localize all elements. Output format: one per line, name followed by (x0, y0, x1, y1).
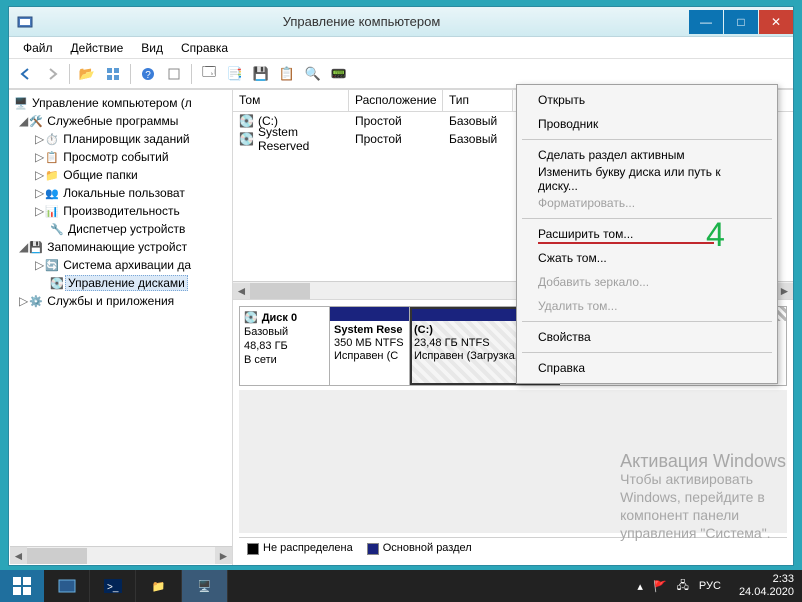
menu-action[interactable]: Действие (63, 39, 132, 57)
event-icon: 📋 (44, 151, 60, 164)
services-icon: ⚙️ (28, 295, 44, 308)
activation-watermark: Активация Windows Чтобы активировать Win… (620, 452, 786, 542)
view-icon[interactable] (102, 63, 124, 85)
minimize-button[interactable]: — (689, 10, 723, 34)
perf-icon: 📊 (44, 205, 60, 218)
menu-file[interactable]: Файл (15, 39, 61, 57)
action2-icon[interactable]: 💾 (250, 63, 272, 85)
storage-icon: 💾 (28, 241, 44, 254)
scroll-left-icon[interactable]: ◄ (233, 283, 250, 299)
backup-icon: 🔄 (44, 259, 60, 272)
props-icon[interactable] (163, 63, 185, 85)
ctx-delete-volume: Удалить том... (520, 294, 774, 318)
scroll-left-icon[interactable]: ◄ (10, 547, 27, 564)
ctx-add-mirror: Добавить зеркало... (520, 270, 774, 294)
ctx-shrink-volume[interactable]: Сжать том... (520, 246, 774, 270)
forward-button[interactable] (41, 63, 63, 85)
taskbar-servermgr[interactable] (44, 570, 90, 602)
maximize-button[interactable]: □ (724, 10, 758, 34)
col-volume[interactable]: Том (233, 90, 349, 111)
tree-root[interactable]: Управление компьютером (л (29, 96, 192, 110)
partition-system-reserved[interactable]: System Rese 350 МБ NTFS Исправен (С (330, 307, 410, 385)
taskbar-powershell[interactable]: >_ (90, 570, 136, 602)
tree-perf[interactable]: Производительность (60, 204, 179, 218)
tree-devmgr[interactable]: Диспетчер устройств (65, 222, 185, 236)
tree-services[interactable]: Служебные программы (44, 114, 178, 128)
tree-scheduler[interactable]: Планировщик заданий (60, 132, 189, 146)
action3-icon[interactable]: 📋 (276, 63, 298, 85)
back-button[interactable] (15, 63, 37, 85)
tree-storage[interactable]: Запоминающие устройст (44, 240, 187, 254)
menu-help[interactable]: Справка (173, 39, 236, 57)
titlebar[interactable]: Управление компьютером — □ ✕ (9, 7, 793, 37)
scroll-thumb[interactable] (250, 283, 310, 299)
col-layout[interactable]: Расположение (349, 90, 443, 111)
disk-info[interactable]: 💽Диск 0 Базовый 48,83 ГБ В сети (240, 307, 330, 385)
svg-text:>_: >_ (107, 582, 119, 593)
refresh-icon[interactable]: 🗔 (198, 63, 220, 85)
annotation-number: 4 (706, 216, 725, 255)
menu-view[interactable]: Вид (133, 39, 171, 57)
ctx-extend-volume[interactable]: Расширить том... (520, 222, 774, 246)
tree-shared[interactable]: Общие папки (60, 168, 137, 182)
navigation-tree[interactable]: 🖥️Управление компьютером (л ◢🛠️Служебные… (9, 90, 233, 565)
window-title: Управление компьютером (35, 14, 688, 29)
ctx-explorer[interactable]: Проводник (520, 112, 774, 136)
devmgr-icon: 🔧 (49, 223, 65, 236)
clock-icon: ⏱️ (44, 133, 60, 146)
close-button[interactable]: ✕ (759, 10, 793, 34)
col-type[interactable]: Тип (443, 90, 513, 111)
up-icon[interactable]: 📂 (76, 63, 98, 85)
drive-icon: 💽 (239, 132, 254, 146)
tray-flag-icon[interactable]: 🚩 (653, 580, 667, 593)
folder-icon: 📁 (44, 169, 60, 182)
ctx-properties[interactable]: Свойства (520, 325, 774, 349)
drive-icon: 💽 (239, 114, 254, 128)
diskmgmt-icon: 💽 (49, 277, 65, 290)
tree-hscroll[interactable]: ◄ ► (10, 546, 232, 564)
users-icon: 👥 (44, 187, 60, 200)
tray-up-icon[interactable]: ▴ (637, 580, 643, 593)
action5-icon[interactable]: 📟 (328, 63, 350, 85)
taskbar: >_ 📁 🖥️ ▴ 🚩 🖧 РУС 2:33 24.04.2020 (0, 570, 802, 602)
computer-icon: 🖥️ (13, 97, 29, 110)
context-menu: Открыть Проводник Сделать раздел активны… (516, 84, 778, 384)
scroll-right-icon[interactable]: ► (215, 547, 232, 564)
help-icon[interactable]: ? (137, 63, 159, 85)
taskbar-clock[interactable]: 2:33 24.04.2020 (731, 573, 802, 599)
taskbar-compmgmt[interactable]: 🖥️ (182, 570, 228, 602)
action1-icon[interactable]: 📑 (224, 63, 246, 85)
scroll-thumb[interactable] (27, 548, 87, 564)
ctx-format: Форматировать... (520, 191, 774, 215)
ctx-mark-active[interactable]: Сделать раздел активным (520, 143, 774, 167)
tray-lang[interactable]: РУС (699, 580, 721, 592)
tray-network-icon[interactable]: 🖧 (677, 577, 689, 596)
ctx-change-letter[interactable]: Изменить букву диска или путь к диску... (520, 167, 774, 191)
system-tray[interactable]: ▴ 🚩 🖧 РУС (627, 577, 731, 596)
menubar: Файл Действие Вид Справка (9, 37, 793, 59)
ctx-help[interactable]: Справка (520, 356, 774, 380)
tree-users[interactable]: Локальные пользоват (60, 186, 185, 200)
disk-icon: 💽 (244, 311, 258, 325)
tree-diskmgmt[interactable]: Управление дисками (65, 275, 188, 291)
svg-text:?: ? (145, 70, 151, 81)
tools-icon: 🛠️ (28, 115, 44, 128)
tree-eventviewer[interactable]: Просмотр событий (60, 150, 168, 164)
action4-icon[interactable]: 🔍 (302, 63, 324, 85)
start-button[interactable] (0, 570, 44, 602)
tree-svcapps[interactable]: Службы и приложения (44, 294, 174, 308)
taskbar-explorer[interactable]: 📁 (136, 570, 182, 602)
tree-backup[interactable]: Система архивации да (60, 258, 191, 272)
scroll-right-icon[interactable]: ► (776, 283, 793, 299)
ctx-open[interactable]: Открыть (520, 88, 774, 112)
app-icon (15, 12, 35, 32)
